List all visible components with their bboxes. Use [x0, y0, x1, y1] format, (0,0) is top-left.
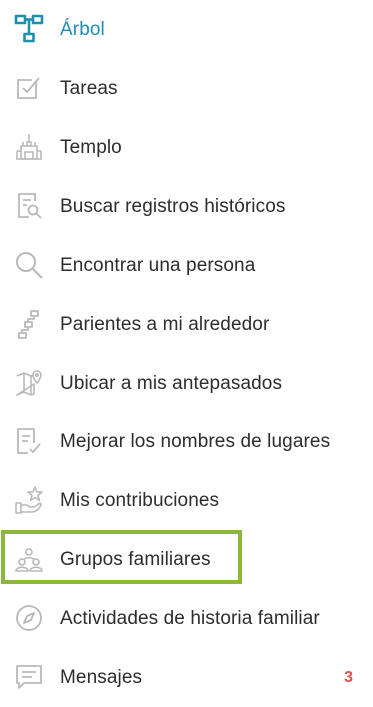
- menu-item-label: Templo: [60, 137, 122, 158]
- menu-item-label: Ubicar a mis antepasados: [60, 373, 283, 394]
- unread-count-badge: 3: [344, 669, 353, 686]
- search-icon: [12, 248, 46, 282]
- menu-item-label: Árbol: [60, 19, 105, 40]
- compass-icon: [12, 601, 46, 635]
- menu-item-buscar-registros[interactable]: Buscar registros históricos: [0, 185, 373, 229]
- menu-item-label: Buscar registros históricos: [60, 196, 286, 217]
- menu-item-ubicar-antepasados[interactable]: Ubicar a mis antepasados: [0, 362, 373, 406]
- document-check-icon: [12, 424, 46, 458]
- relatives-around-icon: [12, 307, 46, 341]
- menu-item-mejorar-nombres[interactable]: Mejorar los nombres de lugares: [0, 420, 373, 464]
- menu-item-label: Mis contribuciones: [60, 490, 220, 511]
- menu-item-label: Parientes a mi alrededor: [60, 314, 270, 335]
- menu-item-label: Tareas: [60, 78, 118, 99]
- menu-item-tareas[interactable]: Tareas: [0, 67, 373, 111]
- map-pin-icon: [12, 366, 46, 400]
- temple-icon: [12, 130, 46, 164]
- menu-item-label: Encontrar una persona: [60, 255, 256, 276]
- tree-icon: [12, 12, 46, 46]
- navigation-menu: Árbol Tareas Templo Buscar registros his…: [0, 0, 373, 707]
- tasks-checklist-icon: [12, 71, 46, 105]
- menu-item-contribuciones[interactable]: Mis contribuciones: [0, 479, 373, 523]
- search-records-icon: [12, 189, 46, 223]
- messages-icon: [12, 660, 46, 694]
- menu-item-actividades[interactable]: Actividades de historia familiar: [0, 597, 373, 641]
- menu-item-arbol[interactable]: Árbol: [0, 8, 373, 52]
- menu-item-label: Actividades de historia familiar: [60, 608, 320, 629]
- menu-item-label: Grupos familiares: [60, 549, 211, 570]
- menu-item-label: Mejorar los nombres de lugares: [60, 431, 331, 452]
- contributions-star-icon: [12, 483, 46, 517]
- menu-item-label: Mensajes: [60, 667, 143, 688]
- menu-item-encontrar-persona[interactable]: Encontrar una persona: [0, 244, 373, 288]
- menu-item-mensajes[interactable]: Mensajes 3: [0, 656, 373, 700]
- family-groups-icon: [12, 542, 46, 576]
- menu-item-templo[interactable]: Templo: [0, 126, 373, 170]
- menu-item-parientes[interactable]: Parientes a mi alrededor: [0, 303, 373, 347]
- menu-item-grupos-familiares[interactable]: Grupos familiares: [0, 538, 373, 582]
